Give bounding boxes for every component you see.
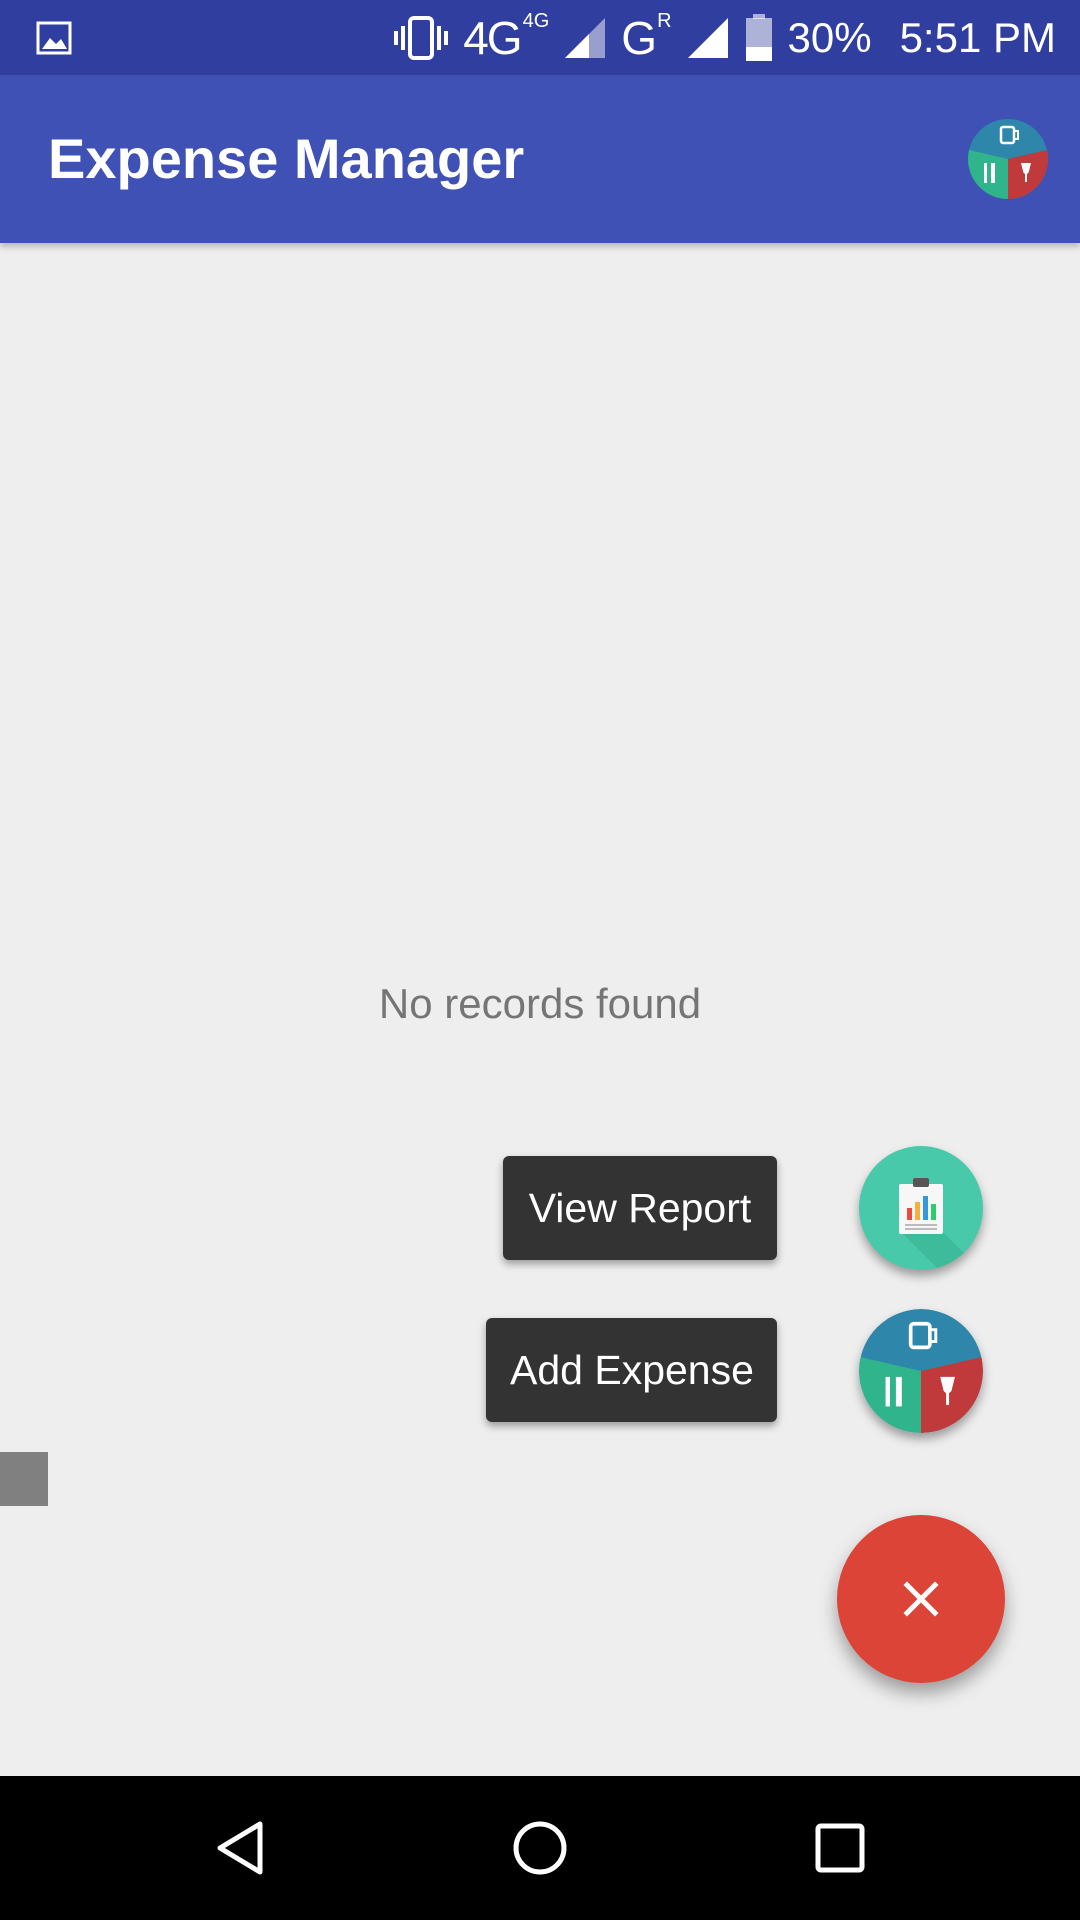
navigation-bar	[0, 1776, 1080, 1920]
report-clipboard-icon	[899, 1178, 983, 1270]
network-type-1: 4G	[463, 11, 522, 64]
network-type-2-sup: R	[657, 10, 672, 32]
app-bar: Expense Manager	[0, 75, 1080, 243]
home-icon	[513, 1821, 567, 1875]
expense-category-icon[interactable]	[966, 117, 1050, 201]
recents-icon	[815, 1823, 865, 1873]
back-icon	[217, 1821, 263, 1875]
fab-close-button[interactable]	[837, 1515, 1005, 1683]
network-type-1-sup: 4G	[522, 10, 550, 32]
battery-percent: 30%	[787, 13, 872, 61]
signal-icon	[565, 17, 606, 58]
network-type-2: G	[621, 11, 657, 64]
home-button[interactable]	[480, 1776, 600, 1920]
app-title: Expense Manager	[48, 127, 525, 190]
view-report-button[interactable]	[859, 1146, 983, 1270]
image-notification-icon	[36, 21, 72, 55]
back-button[interactable]	[180, 1776, 300, 1920]
side-drawer-handle[interactable]	[0, 1452, 48, 1506]
expense-category-icon	[859, 1309, 983, 1433]
signal-icon	[687, 17, 728, 58]
vibrate-icon	[394, 15, 449, 60]
view-report-label[interactable]: View Report	[503, 1156, 777, 1260]
status-bar: 4G 4G GR 30% 5:51 PM	[0, 0, 1080, 75]
battery-icon	[745, 13, 772, 61]
empty-state-message: No records found	[378, 980, 702, 1027]
add-expense-label[interactable]: Add Expense	[486, 1318, 777, 1422]
add-expense-button[interactable]	[859, 1309, 983, 1433]
close-icon	[903, 1581, 939, 1617]
recents-button[interactable]	[780, 1776, 900, 1920]
clock: 5:51 PM	[899, 13, 1056, 61]
